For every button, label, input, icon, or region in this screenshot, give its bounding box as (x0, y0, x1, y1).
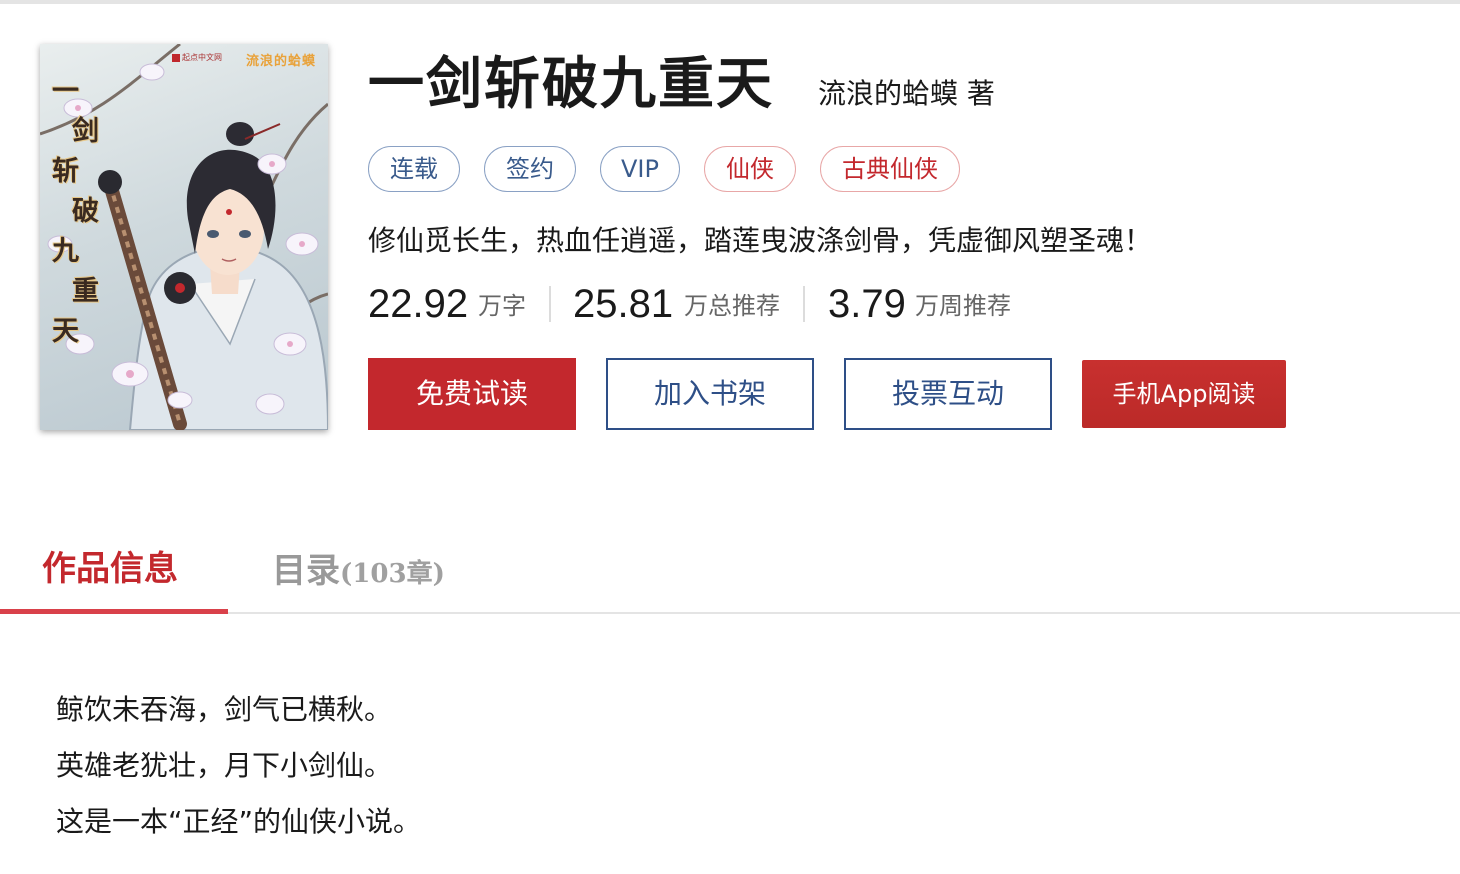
cover-title-char: 天 (52, 316, 79, 347)
cover-title-char: 斩 (52, 156, 79, 187)
book-cover-image[interactable]: 起点中文网 流浪的蛤蟆 一 剑 斩 破 九 重 天 (40, 44, 328, 430)
tag-subcategory[interactable]: 古典仙侠 (820, 146, 960, 192)
cover-title-char: 一 (52, 76, 79, 107)
tab-toc-label: 目录 (272, 551, 340, 591)
cover-vertical-title: 一 剑 斩 破 九 重 天 (46, 72, 122, 352)
cover-title-char: 九 (52, 236, 79, 267)
free-read-button[interactable]: 免费试读 (368, 358, 576, 430)
description-line: 鲸饮未吞海，剑气已横秋。 (56, 693, 393, 726)
tag-status[interactable]: 连载 (368, 146, 460, 192)
tab-book-info[interactable]: 作品信息 (42, 546, 178, 592)
cover-author-text: 流浪的蛤蟆 (245, 54, 316, 69)
word-count-unit: 万字 (478, 292, 526, 320)
cover-title-char: 破 (72, 196, 99, 227)
cover-title-char: 重 (72, 276, 99, 307)
weekly-recommend-value: 3.79 (828, 282, 906, 326)
stat-divider (549, 286, 551, 322)
total-recommend-unit: 万总推荐 (684, 292, 780, 320)
cover-publisher-logo: 起点中文网 (172, 52, 222, 63)
mobile-app-read-button[interactable]: 手机App阅读 (1082, 360, 1286, 428)
tab-table-of-contents[interactable]: 目录(103章) (272, 548, 445, 597)
cover-title-char: 剑 (72, 116, 99, 147)
tag-category[interactable]: 仙侠 (704, 146, 796, 192)
description-line: 这是一本“正经”的仙侠小说。 (56, 805, 422, 838)
add-to-shelf-button[interactable]: 加入书架 (606, 358, 814, 430)
top-divider (0, 0, 1460, 4)
description-line: 英雄老犹壮，月下小剑仙。 (56, 749, 393, 782)
author-name-link[interactable]: 流浪的蛤蟆 著 (818, 76, 995, 112)
tag-signed[interactable]: 签约 (484, 146, 576, 192)
total-recommend-value: 25.81 (573, 282, 674, 326)
tag-vip[interactable]: VIP (600, 146, 680, 192)
chapter-count: (103章) (340, 559, 445, 589)
stat-divider (803, 286, 805, 322)
book-title: 一剑斩破九重天 (368, 52, 774, 117)
vote-button[interactable]: 投票互动 (844, 358, 1052, 430)
weekly-recommend-unit: 万周推荐 (915, 292, 1011, 320)
book-intro: 修仙觅长生，热血任逍遥，踏莲曳波涤剑骨，凭虚御风塑圣魂！ (368, 224, 1153, 257)
word-count-value: 22.92 (368, 282, 469, 326)
active-tab-indicator (0, 609, 228, 614)
